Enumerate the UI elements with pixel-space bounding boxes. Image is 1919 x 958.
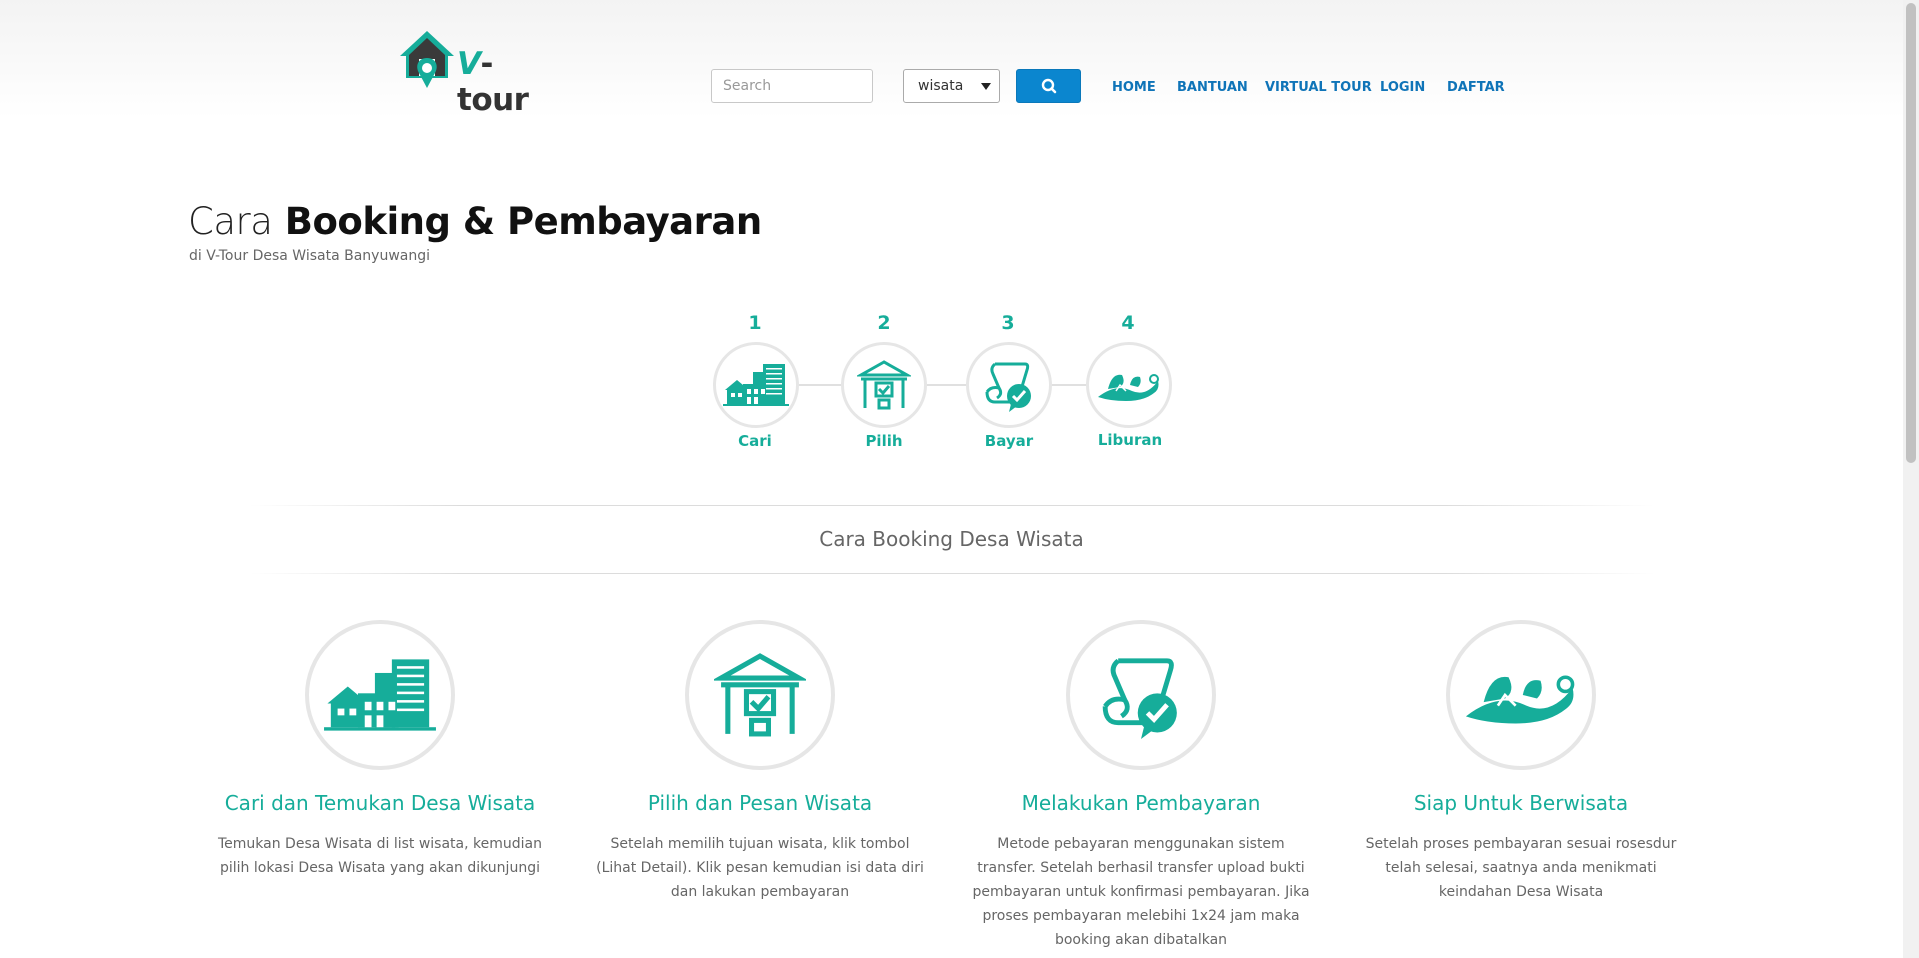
card-icon-circle [305,620,455,770]
step-label: Liburan [1097,431,1163,449]
nav-login[interactable]: LOGIN [1380,80,1425,95]
step-label: Cari [738,432,772,450]
nav-virtual-tour[interactable]: VIRTUAL TOUR [1265,80,1372,95]
scrollbar-thumb[interactable] [1906,3,1916,463]
building-check-icon [857,360,911,410]
card-title: Cari dan Temukan Desa Wisata [224,791,536,815]
search-icon [1041,78,1057,94]
section-top-divider [250,505,1655,506]
step-liburan [1086,342,1172,428]
house-pin-logo-icon [400,31,454,88]
category-select-value: wisata [918,78,964,94]
nav-daftar[interactable]: DAFTAR [1447,80,1505,95]
step-cari [713,342,799,428]
page-title: Cara Booking & Pembayaran [188,200,762,243]
step-label: Pilih [865,432,903,450]
card-title: Pilih dan Pesan Wisata [647,791,873,815]
nav-bantuan[interactable]: BANTUAN [1177,80,1248,95]
island-icon [1465,675,1575,724]
step-pilih [841,342,927,428]
site-logo[interactable]: V-tour [397,28,557,118]
category-select[interactable]: wisata [903,69,1000,103]
step-label: Bayar [984,432,1034,450]
vertical-scrollbar[interactable] [1903,0,1919,958]
section-title: Cara Booking Desa Wisata [819,527,1084,551]
step-number: 2 [877,312,891,334]
card-title: Siap Untuk Berwisata [1413,791,1629,815]
card-description: Metode pebayaran menggunakan sistem tran… [972,836,1310,948]
page-subtitle: di V-Tour Desa Wisata Banyuwangi [189,248,430,264]
card-description: Temukan Desa Wisata di list wisata, kemu… [218,836,542,876]
scroll-check-icon [985,362,1031,412]
scroll-check-icon [1102,658,1177,739]
chevron-down-icon [981,83,991,90]
card-description: Setelah memilih tujuan wisata, klik tomb… [596,836,924,900]
nav-home[interactable]: HOME [1112,80,1156,95]
card-description: Setelah proses pembayaran sesuai rosesdu… [1365,836,1677,900]
buildings-icon [324,659,436,731]
buildings-icon [723,364,789,406]
header-bar: V-tour wisata HOME BANTUAN VIRTUAL TOUR … [0,0,1903,118]
building-check-icon [714,653,806,737]
section-bottom-divider [250,573,1655,574]
card-icon-circle [1446,620,1596,770]
step-bayar [966,342,1052,428]
card-icon-circle [685,620,835,770]
step-number: 3 [1001,312,1015,334]
step-number: 1 [748,312,762,334]
card-icon-circle [1066,620,1216,770]
step-number: 4 [1121,312,1135,334]
card-title: Melakukan Pembayaran [1021,791,1261,815]
search-button[interactable] [1016,69,1081,103]
search-input[interactable] [711,69,873,103]
island-icon [1098,374,1159,401]
logo-wordmark: V-tour [457,46,529,118]
